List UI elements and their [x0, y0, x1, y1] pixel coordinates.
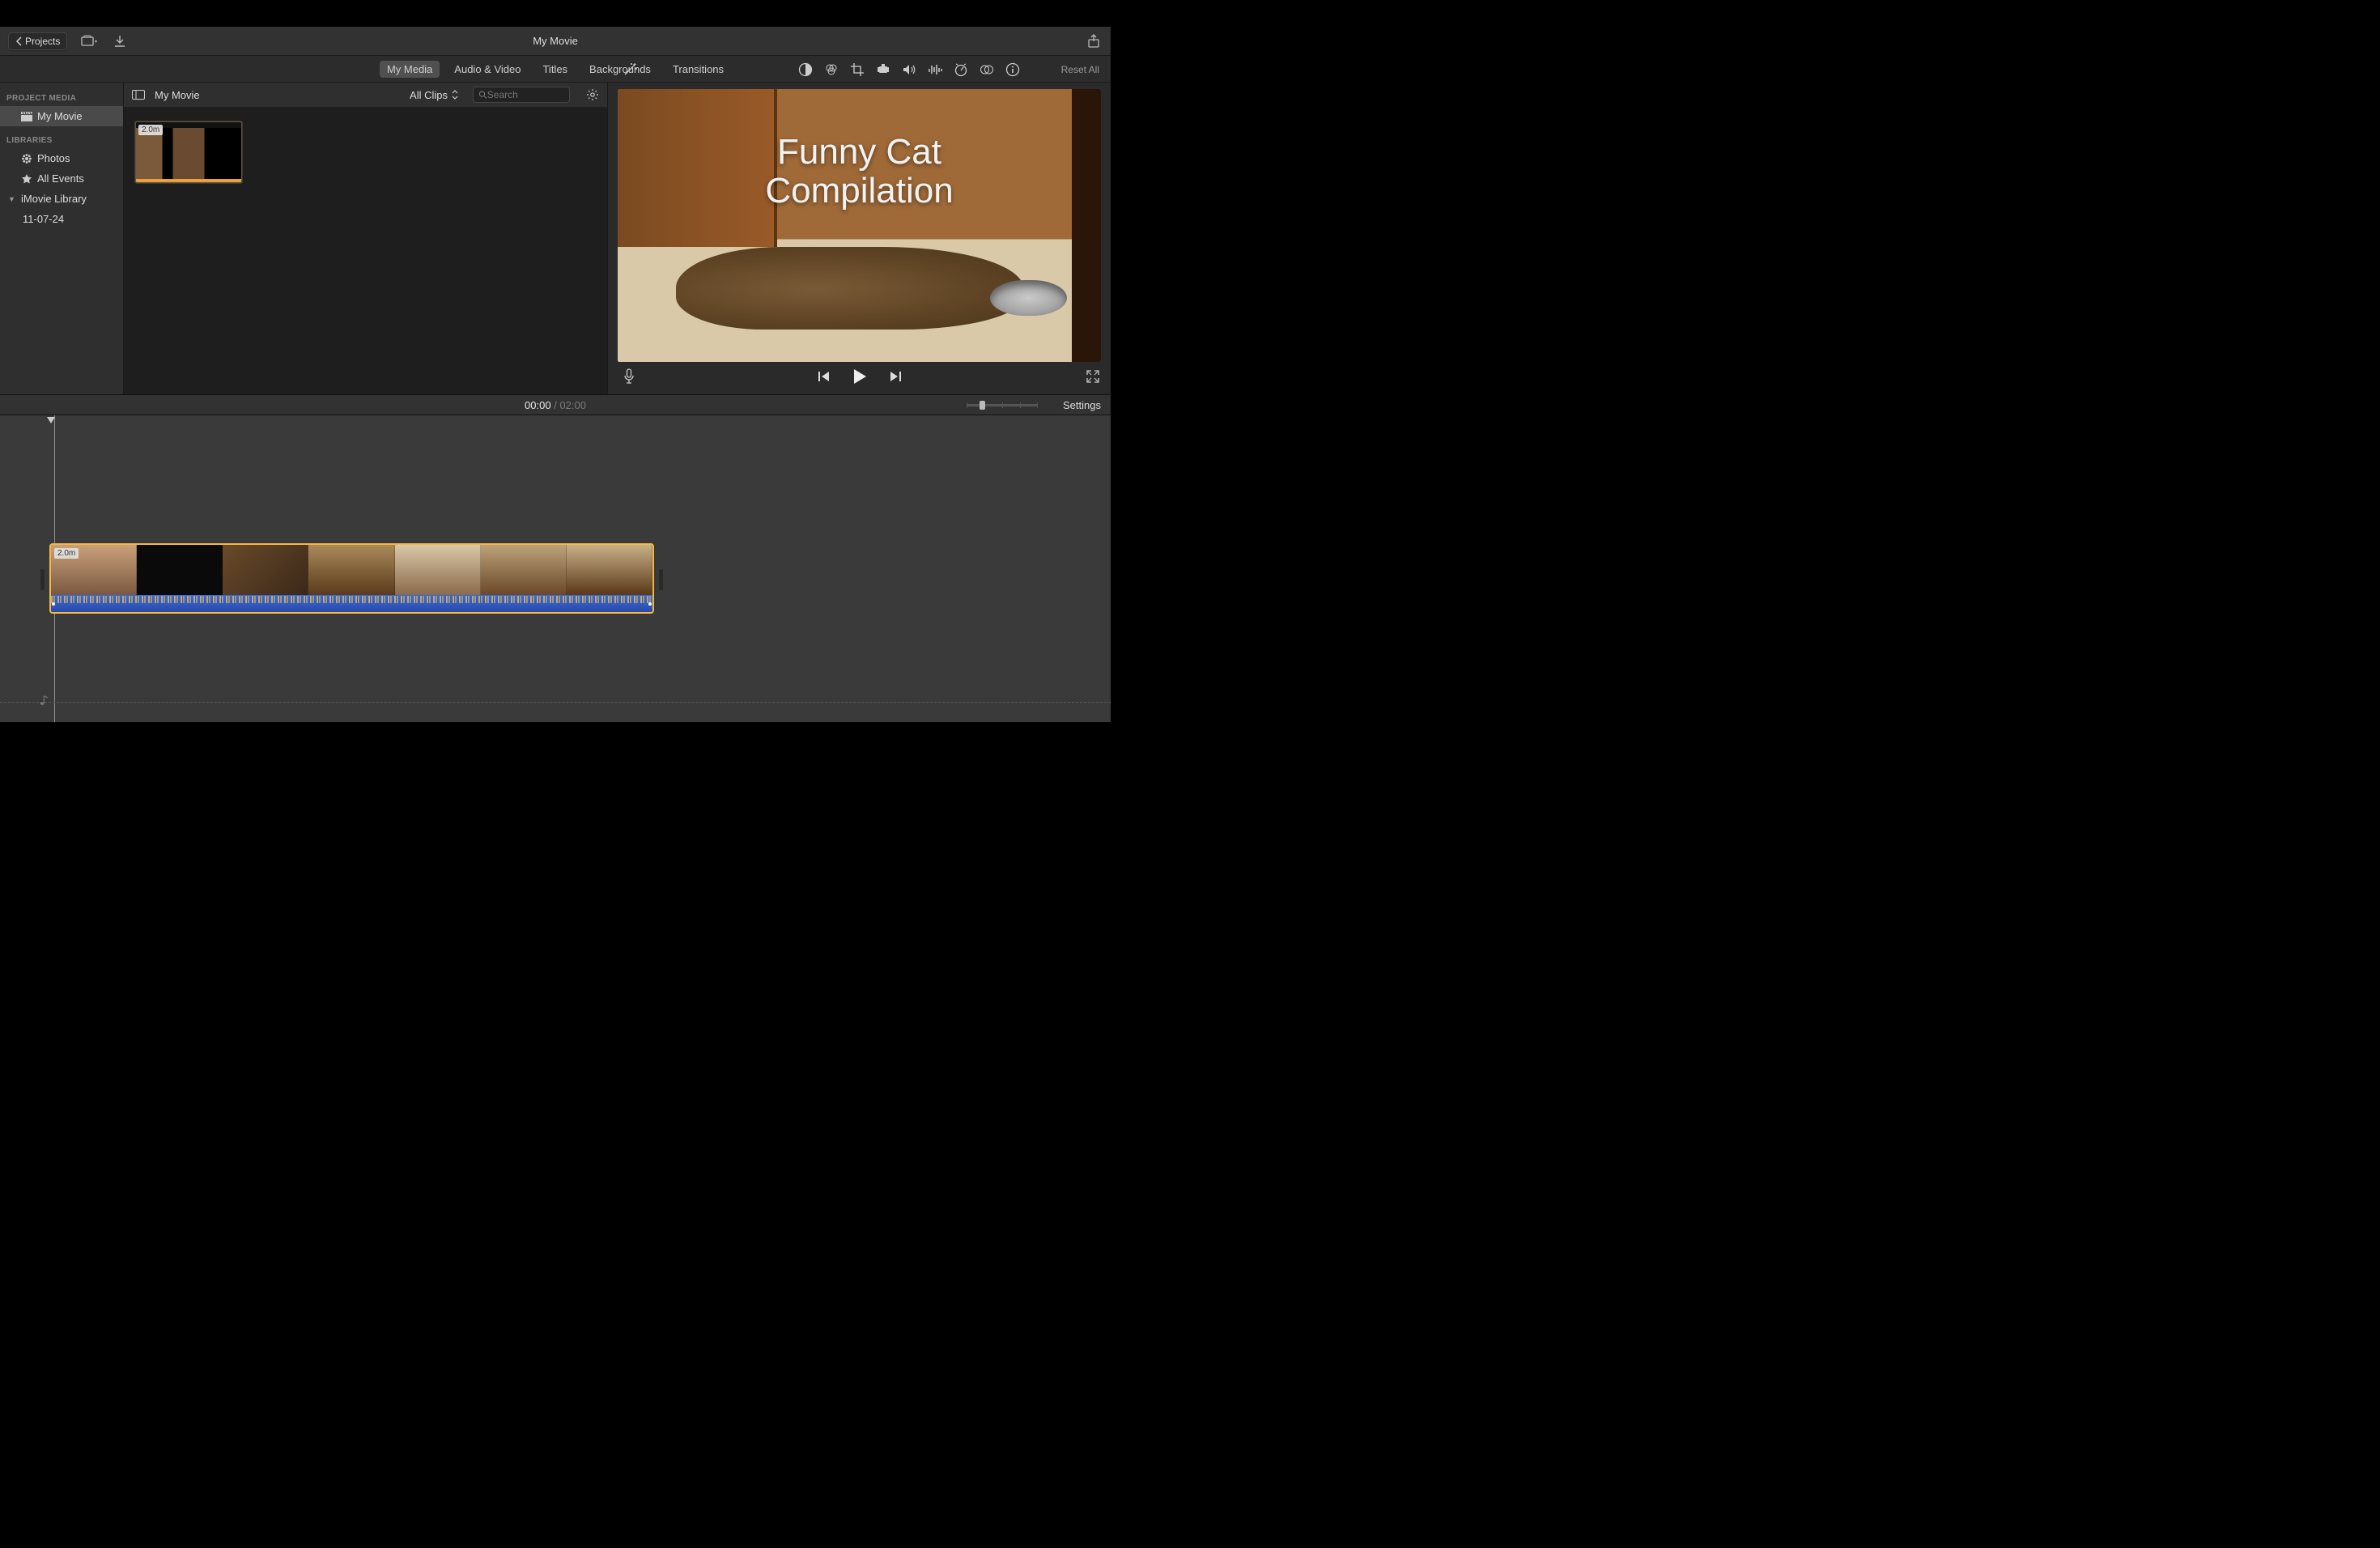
sidebar-item-imovie-library[interactable]: ▼ iMovie Library	[0, 189, 123, 209]
prev-frame-button[interactable]	[816, 368, 832, 385]
sidebar-item-project[interactable]: My Movie	[0, 106, 123, 126]
sidebar-event-label: 11-07-24	[23, 213, 64, 225]
back-label: Projects	[25, 36, 60, 47]
current-time: 00:00	[525, 399, 551, 411]
sidebar: PROJECT MEDIA My Movie LIBRARIES Photos …	[0, 83, 124, 394]
preview-adjust-toolbar: Reset All	[625, 56, 1111, 83]
reset-all-button[interactable]: Reset All	[1061, 64, 1099, 75]
clips-filter-label: All Clips	[410, 89, 448, 101]
color-balance-button[interactable]	[797, 62, 814, 78]
sidebar-item-photos[interactable]: Photos	[0, 148, 123, 168]
music-note-icon	[39, 695, 52, 708]
background-music-track-divider	[0, 702, 1111, 703]
clapperboard-icon	[21, 112, 32, 121]
media-clip-thumbnail[interactable]: 2.0m	[135, 121, 242, 183]
waveform	[51, 596, 652, 603]
sidebar-imovie-library-label: iMovie Library	[21, 193, 87, 205]
time-readout: 00:00 / 02:00	[525, 399, 586, 411]
updown-chevron-icon	[452, 90, 458, 100]
photos-icon	[21, 153, 32, 164]
browser-header: My Movie All Clips	[124, 83, 607, 107]
sidebar-all-events-label: All Events	[37, 172, 84, 185]
preview-scene-edge	[1072, 89, 1101, 362]
audio-fade-handle-left[interactable]	[52, 602, 55, 606]
crop-button[interactable]	[849, 62, 865, 78]
timeline-header: 00:00 / 02:00 Settings	[0, 394, 1111, 415]
tab-my-media[interactable]: My Media	[380, 61, 440, 78]
info-button[interactable]	[1005, 62, 1021, 78]
sidebar-photos-label: Photos	[37, 152, 70, 164]
audio-fade-handle-right[interactable]	[648, 602, 652, 606]
time-sep: /	[551, 399, 560, 411]
filter-button[interactable]	[979, 62, 995, 78]
sidebar-header-libraries: LIBRARIES	[0, 131, 123, 148]
download-button[interactable]	[111, 32, 129, 50]
timeline-clip[interactable]: 2.0m	[49, 543, 654, 614]
media-browser: My Movie All Clips 2.0m	[124, 83, 608, 394]
toggle-sidebar-button[interactable]	[130, 87, 147, 103]
search-icon	[478, 90, 487, 100]
tab-titles[interactable]: Titles	[535, 61, 575, 78]
preview-scene-cat	[676, 247, 1024, 329]
browser-body: 2.0m	[124, 107, 607, 394]
timeline-settings-button[interactable]: Settings	[1063, 399, 1101, 411]
zoom-thumb[interactable]	[980, 401, 985, 410]
next-frame-button[interactable]	[887, 368, 903, 385]
project-title: My Movie	[533, 35, 578, 47]
voiceover-button[interactable]	[621, 368, 637, 385]
zoom-track	[967, 404, 1038, 406]
star-icon	[21, 173, 32, 185]
color-correction-button[interactable]	[823, 62, 839, 78]
tab-audio-video[interactable]: Audio & Video	[447, 61, 528, 78]
library-tabs: My Media Audio & Video Titles Background…	[0, 56, 1111, 83]
browser-settings-button[interactable]	[584, 87, 601, 103]
browser-title: My Movie	[155, 89, 200, 101]
sidebar-header-project-media: PROJECT MEDIA	[0, 89, 123, 106]
volume-button[interactable]	[901, 62, 917, 78]
timeline-clip-thumbnails	[51, 545, 652, 595]
disclosure-triangle-icon[interactable]: ▼	[8, 195, 16, 203]
play-button[interactable]	[850, 367, 869, 386]
preview-scene-cabinet	[618, 89, 777, 247]
fullscreen-button[interactable]	[1085, 368, 1101, 385]
share-button[interactable]	[1085, 32, 1103, 50]
preview-title-overlay: Funny Cat Compilation	[765, 133, 953, 211]
sidebar-item-event-date[interactable]: 11-07-24	[0, 209, 123, 229]
chevron-left-icon	[15, 36, 23, 46]
timeline-zoom-slider[interactable]	[967, 402, 1038, 407]
import-media-button[interactable]	[80, 32, 98, 50]
search-input[interactable]	[487, 89, 564, 100]
main-content-row: PROJECT MEDIA My Movie LIBRARIES Photos …	[0, 83, 1111, 394]
clips-filter-dropdown[interactable]: All Clips	[410, 89, 458, 101]
speed-button[interactable]	[953, 62, 969, 78]
back-to-projects-button[interactable]: Projects	[8, 32, 67, 50]
preview-scene-bowl	[990, 280, 1068, 316]
preview-panel: Funny Cat Compilation	[608, 83, 1111, 394]
clip-trim-handle-right[interactable]	[659, 569, 663, 590]
playback-controls	[618, 362, 1101, 391]
clip-trim-handle-left[interactable]	[40, 569, 45, 590]
menubar-spacer	[0, 0, 1111, 27]
clip-duration-badge: 2.0m	[138, 125, 163, 135]
timeline[interactable]: 2.0m	[0, 415, 1111, 722]
clip-filmstrip	[136, 128, 241, 179]
timeline-clip-audio-waveform[interactable]	[51, 595, 652, 612]
noise-eq-button[interactable]	[927, 62, 943, 78]
search-box[interactable]	[473, 87, 570, 103]
sidebar-project-label: My Movie	[37, 110, 83, 122]
stabilization-button[interactable]	[875, 62, 891, 78]
timeline-clip-duration-badge: 2.0m	[54, 548, 79, 559]
preview-viewer[interactable]: Funny Cat Compilation	[618, 89, 1101, 362]
main-toolbar: Projects My Movie	[0, 27, 1111, 56]
sidebar-item-all-events[interactable]: All Events	[0, 168, 123, 189]
total-time: 02:00	[559, 399, 586, 411]
